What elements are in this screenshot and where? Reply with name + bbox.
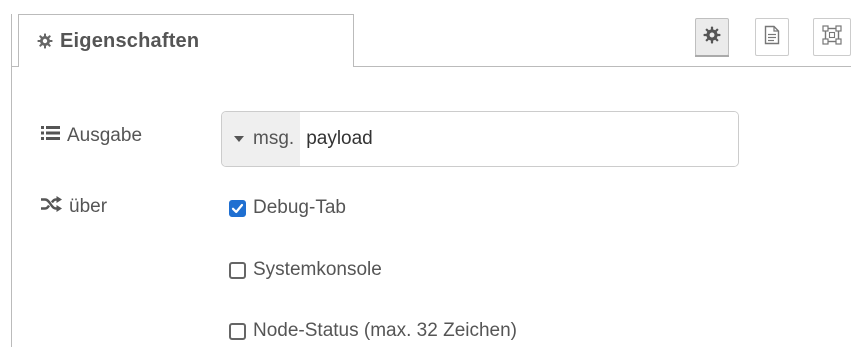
output-type-prefix: msg. [253, 128, 295, 149]
tab-properties-label: Eigenschaften [60, 29, 200, 52]
output-row-label: Ausgabe [41, 125, 142, 147]
checkbox-system-console-row[interactable]: Systemkonsole [229, 259, 382, 281]
document-icon [764, 25, 780, 50]
checkbox-debug-tab-row[interactable]: Debug-Tab [229, 197, 346, 219]
checkbox-debug-tab-label: Debug-Tab [253, 197, 346, 218]
via-row-label: über [41, 196, 107, 218]
output-label: Ausgabe [67, 125, 143, 146]
output-type-select[interactable]: msg. [222, 112, 301, 166]
node-appearance-button[interactable] [813, 18, 851, 56]
checkbox-debug-tab[interactable] [229, 199, 246, 217]
gear-icon [37, 33, 53, 49]
shuffle-icon [41, 196, 69, 218]
check-icon [231, 203, 244, 213]
via-label: über [69, 196, 108, 217]
list-icon [41, 125, 67, 147]
output-value-input[interactable]: payload [300, 112, 738, 166]
tab-properties[interactable]: Eigenschaften [18, 14, 354, 67]
checkbox-node-status-row[interactable]: Node-Status (max. 32 Zeichen) [229, 320, 517, 342]
panel-border [11, 14, 12, 347]
caret-down-icon [234, 136, 244, 142]
checkbox-system-console-label: Systemkonsole [253, 259, 382, 280]
frame-icon [822, 24, 842, 50]
gear-icon [703, 26, 721, 49]
checkbox-node-status-label: Node-Status (max. 32 Zeichen) [253, 320, 518, 341]
checkbox-system-console[interactable] [229, 261, 246, 279]
output-typed-input: msg. payload [221, 111, 739, 167]
checkbox-node-status[interactable] [229, 322, 246, 340]
node-properties-button[interactable] [695, 18, 729, 57]
node-description-button[interactable] [755, 18, 789, 56]
